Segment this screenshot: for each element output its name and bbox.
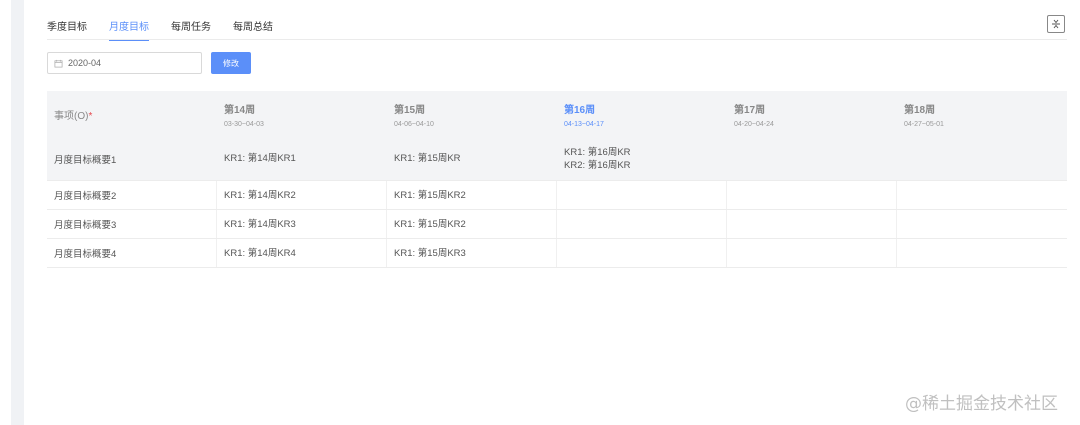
left-sidebar-strip <box>11 0 24 425</box>
edit-button[interactable]: 修改 <box>211 52 251 74</box>
week-range: 04-13~04-17 <box>564 120 604 128</box>
kr-cell[interactable]: KR1: 第15周KR2 <box>387 181 557 209</box>
tab-monthly-goals[interactable]: 月度目标 <box>109 12 149 41</box>
kr-text: KR1: 第15周KR <box>394 153 461 164</box>
tab-bar: 季度目标 月度目标 每周任务 每周总结 <box>47 12 295 41</box>
kr-cell[interactable] <box>557 239 727 267</box>
kr-cell[interactable]: KR1: 第15周KR <box>387 137 557 180</box>
kr-cell[interactable] <box>897 210 1067 238</box>
tab-quarterly-goals[interactable]: 季度目标 <box>47 12 87 40</box>
kr-cell[interactable] <box>557 181 727 209</box>
kr-cell[interactable]: KR1: 第14周KR2 <box>217 181 387 209</box>
kr-cell[interactable]: KR1: 第15周KR3 <box>387 239 557 267</box>
header-item-label: 事项(O) <box>54 110 89 122</box>
tab-divider <box>47 39 1067 40</box>
week-range: 03-30~04-03 <box>224 120 264 128</box>
kr-text: KR1: 第15周KR2 <box>394 218 466 230</box>
kr-cell[interactable]: KR1: 第16周KR KR2: 第16周KR <box>557 137 727 180</box>
week-range: 04-20~04-24 <box>734 120 774 128</box>
week-range: 04-06~04-10 <box>394 120 434 128</box>
kr-cell[interactable]: KR1: 第14周KR1 <box>217 137 387 180</box>
goals-table: 事项(O)* 第14周 03-30~04-03 第15周 04-06~04-10… <box>47 91 1067 268</box>
table-row: 月度目标概要4 KR1: 第14周KR4 KR1: 第15周KR3 <box>47 239 1067 268</box>
kr-cell[interactable] <box>727 137 897 180</box>
row-item[interactable]: 月度目标概要1 <box>47 137 217 180</box>
kr-text: KR1: 第15周KR2 <box>394 189 466 201</box>
week-label: 第15周 <box>394 104 426 116</box>
week-label: 第18周 <box>904 104 936 116</box>
kr-text: KR1: 第14周KR1 <box>224 153 296 164</box>
tab-weekly-summary[interactable]: 每周总结 <box>233 12 273 40</box>
row-item[interactable]: 月度目标概要4 <box>47 239 217 267</box>
week-label: 第17周 <box>734 104 766 116</box>
kr-cell[interactable] <box>727 239 897 267</box>
kr-text: KR1: 第14周KR3 <box>224 218 296 230</box>
kr-cell[interactable] <box>557 210 727 238</box>
month-value: 2020-04 <box>68 58 102 68</box>
table-row: 月度目标概要3 KR1: 第14周KR3 KR1: 第15周KR2 <box>47 210 1067 239</box>
collapse-button[interactable] <box>1047 15 1065 33</box>
week-label: 第16周 <box>564 104 596 116</box>
month-picker[interactable]: 2020-04 <box>47 52 202 74</box>
kr-cell[interactable] <box>897 181 1067 209</box>
kr-cell[interactable] <box>897 239 1067 267</box>
kr-text: KR2: 第16周KR <box>564 159 631 171</box>
calendar-icon <box>54 59 63 67</box>
header-week-18: 第18周 04-27~05-01 <box>897 91 1067 137</box>
kr-text: KR1: 第14周KR4 <box>224 247 296 259</box>
kr-cell[interactable] <box>727 181 897 209</box>
tab-weekly-tasks[interactable]: 每周任务 <box>171 12 211 40</box>
week-label: 第14周 <box>224 104 256 116</box>
required-mark: * <box>88 110 93 122</box>
kr-cell[interactable]: KR1: 第14周KR3 <box>217 210 387 238</box>
kr-text: KR1: 第16周KR <box>564 146 631 158</box>
table-header: 事项(O)* 第14周 03-30~04-03 第15周 04-06~04-10… <box>47 91 1067 137</box>
header-week-17: 第17周 04-20~04-24 <box>727 91 897 137</box>
header-week-14: 第14周 03-30~04-03 <box>217 91 387 137</box>
kr-text: KR1: 第15周KR3 <box>394 247 466 259</box>
watermark: @稀土掘金技术社区 <box>905 394 1058 414</box>
row-item[interactable]: 月度目标概要3 <box>47 210 217 238</box>
kr-text: KR1: 第14周KR2 <box>224 189 296 201</box>
kr-cell[interactable] <box>897 137 1067 180</box>
header-item: 事项(O)* <box>47 91 217 137</box>
header-week-15: 第15周 04-06~04-10 <box>387 91 557 137</box>
header-week-16-current: 第16周 04-13~04-17 <box>557 91 727 137</box>
table-row: 月度目标概要2 KR1: 第14周KR2 KR1: 第15周KR2 <box>47 181 1067 210</box>
kr-cell[interactable]: KR1: 第14周KR4 <box>217 239 387 267</box>
week-range: 04-27~05-01 <box>904 120 944 128</box>
table-row: 月度目标概要1 KR1: 第14周KR1 KR1: 第15周KR KR1: 第1… <box>47 137 1067 181</box>
row-item[interactable]: 月度目标概要2 <box>47 181 217 209</box>
kr-cell[interactable] <box>727 210 897 238</box>
collapse-icon <box>1052 19 1060 29</box>
kr-cell[interactable]: KR1: 第15周KR2 <box>387 210 557 238</box>
